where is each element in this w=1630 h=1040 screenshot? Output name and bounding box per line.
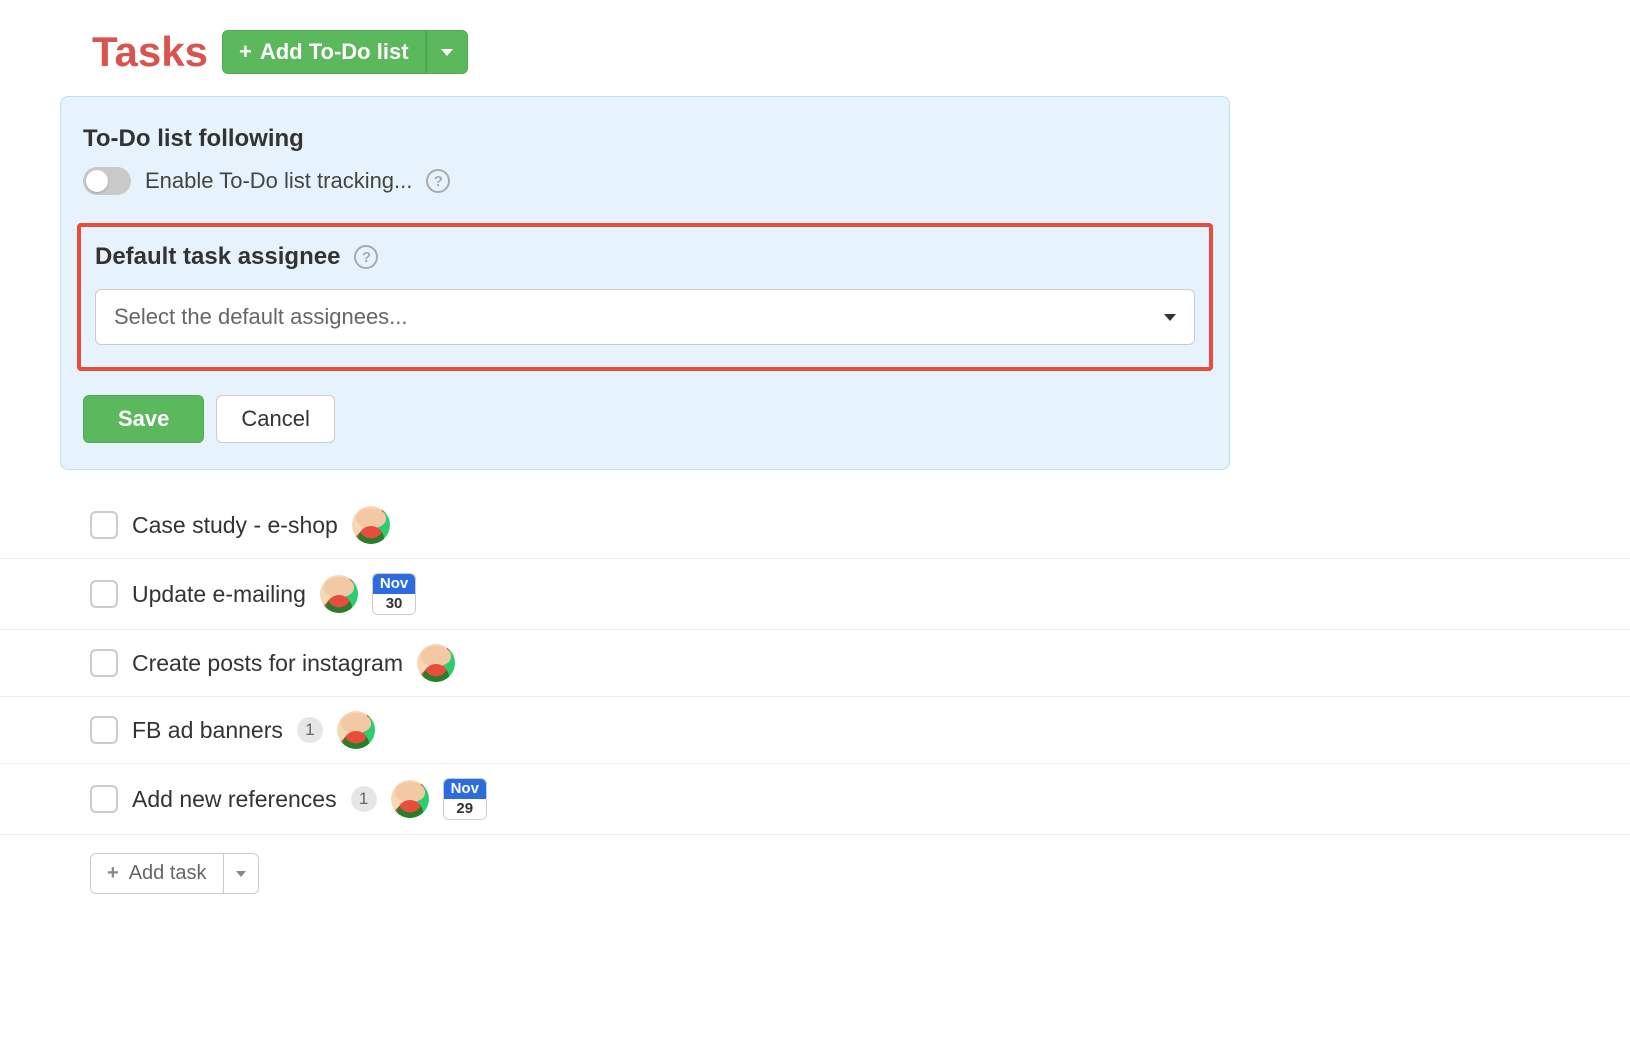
task-row[interactable]: Add new references 1 Nov 29 <box>0 764 1630 835</box>
task-checkbox[interactable] <box>90 580 118 608</box>
add-task-button[interactable]: + Add task <box>90 853 224 894</box>
add-task-group: + Add task <box>90 853 259 894</box>
default-assignee-placeholder: Select the default assignees... <box>114 304 408 330</box>
plus-icon: + <box>239 41 252 63</box>
due-month: Nov <box>444 779 486 799</box>
cancel-button[interactable]: Cancel <box>216 395 334 443</box>
plus-icon: + <box>107 862 119 885</box>
tracking-toggle-label: Enable To-Do list tracking... <box>145 168 412 194</box>
task-row[interactable]: Create posts for instagram <box>0 630 1630 697</box>
add-task-label: Add task <box>129 862 207 885</box>
tracking-toggle[interactable] <box>83 167 131 195</box>
task-checkbox[interactable] <box>90 649 118 677</box>
assignee-section-title: Default task assignee <box>95 243 340 271</box>
due-day: 30 <box>373 594 415 614</box>
add-task-dropdown[interactable] <box>224 853 259 894</box>
add-task-row: + Add task <box>0 835 1630 894</box>
subtask-count-badge: 1 <box>297 717 323 743</box>
add-todo-list-group: + Add To-Do list <box>222 30 468 74</box>
task-list: Case study - e-shop Update e-mailing Nov… <box>0 492 1630 894</box>
save-button[interactable]: Save <box>83 395 204 443</box>
following-section-title: To-Do list following <box>83 125 1207 153</box>
add-todo-list-dropdown[interactable] <box>426 30 468 74</box>
task-title: Case study - e-shop <box>132 512 338 539</box>
add-todo-list-button[interactable]: + Add To-Do list <box>222 30 426 74</box>
chevron-down-icon <box>236 871 246 877</box>
default-assignee-highlight: Default task assignee ? Select the defau… <box>77 223 1213 371</box>
task-checkbox[interactable] <box>90 716 118 744</box>
add-todo-list-label: Add To-Do list <box>260 39 409 65</box>
avatar[interactable] <box>417 644 455 682</box>
default-assignee-select[interactable]: Select the default assignees... <box>95 289 1195 345</box>
due-date-badge[interactable]: Nov 29 <box>443 778 487 820</box>
task-title: Create posts for instagram <box>132 650 403 677</box>
due-day: 29 <box>444 799 486 819</box>
page-title: Tasks <box>92 28 208 76</box>
task-checkbox[interactable] <box>90 785 118 813</box>
task-row[interactable]: FB ad banners 1 <box>0 697 1630 764</box>
avatar[interactable] <box>320 575 358 613</box>
chevron-down-icon <box>1164 314 1176 321</box>
avatar[interactable] <box>391 780 429 818</box>
tracking-toggle-row: Enable To-Do list tracking... ? <box>83 167 1207 195</box>
due-month: Nov <box>373 574 415 594</box>
task-checkbox[interactable] <box>90 511 118 539</box>
avatar[interactable] <box>352 506 390 544</box>
toggle-knob <box>86 170 108 192</box>
help-icon[interactable]: ? <box>426 169 450 193</box>
panel-actions: Save Cancel <box>83 395 1207 443</box>
task-title: Add new references <box>132 786 337 813</box>
subtask-count-badge: 1 <box>351 786 377 812</box>
task-row[interactable]: Case study - e-shop <box>0 492 1630 559</box>
tasks-header: Tasks + Add To-Do list <box>0 28 1630 76</box>
task-title: FB ad banners <box>132 717 283 744</box>
settings-panel: To-Do list following Enable To-Do list t… <box>60 96 1230 470</box>
task-row[interactable]: Update e-mailing Nov 30 <box>0 559 1630 630</box>
help-icon[interactable]: ? <box>354 245 378 269</box>
chevron-down-icon <box>441 49 453 56</box>
assignee-title-row: Default task assignee ? <box>95 243 1195 271</box>
task-title: Update e-mailing <box>132 581 306 608</box>
avatar[interactable] <box>337 711 375 749</box>
due-date-badge[interactable]: Nov 30 <box>372 573 416 615</box>
